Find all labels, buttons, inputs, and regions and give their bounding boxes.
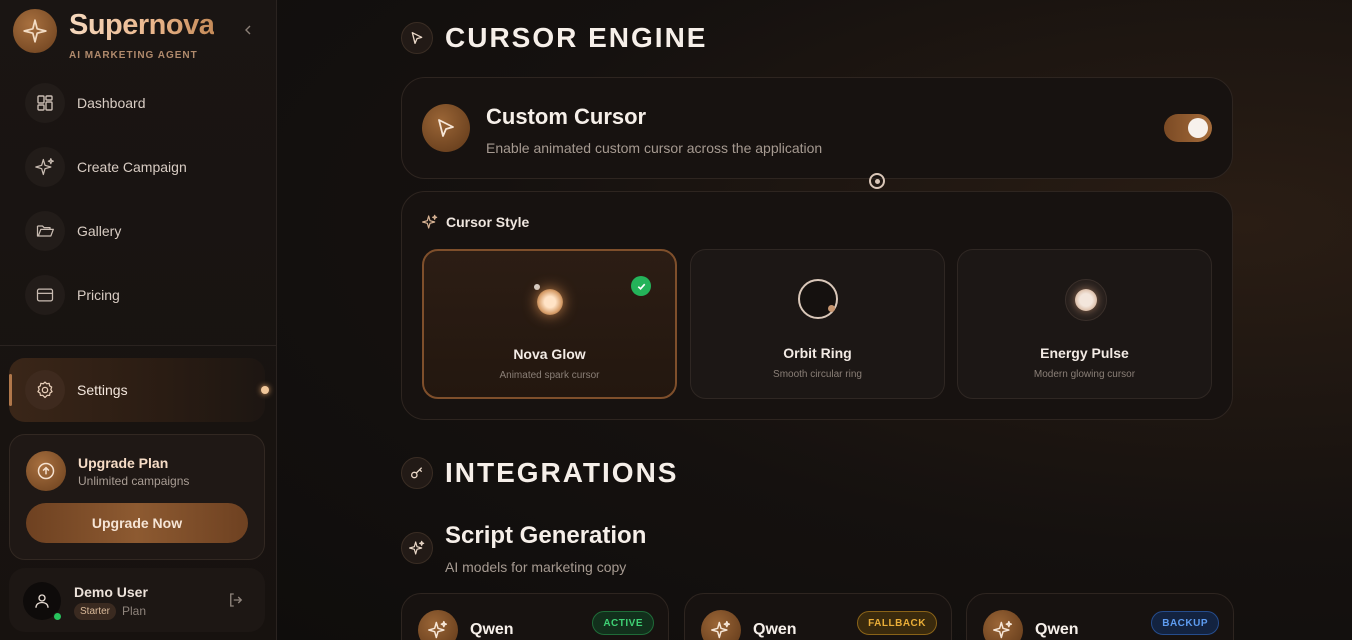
cursor-engine-header: CURSOR ENGINE <box>401 21 707 55</box>
chevron-left-icon <box>245 25 251 35</box>
cursor-style-header: Cursor Style <box>422 214 529 230</box>
user-name: Demo User <box>74 584 148 600</box>
upgrade-subtitle: Unlimited campaigns <box>78 474 190 488</box>
sparkle-icon <box>422 214 438 229</box>
nav-item-pricing[interactable]: Pricing <box>25 275 255 315</box>
integrations-header: INTEGRATIONS <box>401 456 678 490</box>
brand-tagline: AI MARKETING AGENT <box>69 50 198 61</box>
script-generation-title: Script Generation <box>445 522 647 549</box>
upgrade-title: Upgrade Plan <box>78 455 169 471</box>
custom-cursor-description: Enable animated custom cursor across the… <box>486 140 823 156</box>
cursor-option-name: Nova Glow <box>513 346 586 362</box>
nav-item-dashboard[interactable]: Dashboard <box>25 83 255 123</box>
custom-cursor-toggle[interactable] <box>1164 114 1212 142</box>
plan-badge: Starter <box>74 603 117 620</box>
mouse-cursor-indicator <box>869 173 885 189</box>
sparkle-icon <box>701 610 741 640</box>
brand: Supernova AI MARKETING AGENT <box>13 9 263 65</box>
section-title: INTEGRATIONS <box>445 457 679 488</box>
script-generation-description: AI models for marketing copy <box>445 559 627 575</box>
model-name: Qwen <box>470 621 514 638</box>
cursor-option-name: Orbit Ring <box>783 345 852 361</box>
spark-dot <box>534 284 540 290</box>
orbit-dot <box>828 305 835 312</box>
pulse-core <box>1075 289 1097 311</box>
upgrade-card: Upgrade Plan Unlimited campaigns Upgrade… <box>9 434 265 560</box>
model-card[interactable]: Qwen BACKUP <box>966 593 1234 640</box>
brand-name: Supernova <box>69 9 215 41</box>
model-card[interactable]: Qwen FALLBACK <box>684 593 952 640</box>
cursor-option-name: Energy Pulse <box>1040 345 1129 361</box>
brand-logo-icon <box>13 9 57 53</box>
cursor-option-orbit-ring[interactable]: Orbit Ring Smooth circular ring <box>690 249 945 399</box>
orbit-ring-preview-icon <box>798 279 838 319</box>
active-indicator-dot <box>261 386 269 394</box>
folder-open-icon <box>25 211 65 251</box>
sidebar: Supernova AI MARKETING AGENT Dashboard C… <box>0 0 277 640</box>
cursor-option-description: Smooth circular ring <box>773 369 862 380</box>
key-icon <box>401 457 433 489</box>
nav-item-settings[interactable]: Settings <box>9 358 265 422</box>
custom-cursor-card: Custom Cursor Enable animated custom cur… <box>401 77 1233 179</box>
online-status-dot <box>53 612 62 621</box>
cursor-option-nova-glow[interactable]: Nova Glow Animated spark cursor <box>422 249 677 399</box>
plan-label: Plan <box>122 604 147 618</box>
nav-label: Settings <box>77 382 128 398</box>
model-name: Qwen <box>753 621 797 638</box>
sidebar-divider <box>0 345 276 346</box>
cursor-style-label: Cursor Style <box>446 214 530 230</box>
nav-label: Gallery <box>77 223 122 239</box>
custom-cursor-title: Custom Cursor <box>486 104 647 129</box>
status-badge: ACTIVE <box>592 611 654 635</box>
sparkle-icon <box>401 532 433 564</box>
user-card: Demo User Starter Plan <box>9 568 265 632</box>
cursor-style-card: Cursor Style Nova Glow Animated spark cu… <box>401 191 1233 420</box>
nav-item-gallery[interactable]: Gallery <box>25 211 255 251</box>
collapse-sidebar-button[interactable] <box>238 20 258 40</box>
cursor-option-description: Animated spark cursor <box>499 370 600 381</box>
arrow-up-circle-icon <box>26 451 66 491</box>
nav-label: Pricing <box>77 287 120 303</box>
cursor-arrow-icon <box>422 104 470 152</box>
cursor-option-description: Modern glowing cursor <box>1033 369 1136 380</box>
status-badge: BACKUP <box>1151 611 1219 635</box>
upgrade-now-button[interactable]: Upgrade Now <box>26 503 248 543</box>
sparkle-icon <box>983 610 1023 640</box>
section-title: CURSOR ENGINE <box>445 22 708 53</box>
logout-icon <box>230 593 243 607</box>
user-icon <box>35 594 49 608</box>
main-content: CURSOR ENGINE Custom Cursor Enable anima… <box>277 0 1352 640</box>
toggle-knob <box>1188 118 1208 138</box>
model-card[interactable]: Qwen ACTIVE <box>401 593 669 640</box>
nav-label: Create Campaign <box>77 159 187 175</box>
cursor-arrow-icon <box>401 22 433 54</box>
nav-item-create-campaign[interactable]: Create Campaign <box>25 147 255 187</box>
check-icon <box>631 276 651 296</box>
gear-icon <box>25 370 65 410</box>
nova-glow-preview-icon <box>537 289 563 315</box>
model-name: Qwen <box>1035 621 1079 638</box>
nav-label: Dashboard <box>77 95 146 111</box>
status-badge: FALLBACK <box>857 611 937 635</box>
sparkle-icon <box>418 610 458 640</box>
cursor-option-energy-pulse[interactable]: Energy Pulse Modern glowing cursor <box>957 249 1212 399</box>
logout-button[interactable] <box>226 590 246 610</box>
sparkle-icon <box>25 147 65 187</box>
credit-card-icon <box>25 275 65 315</box>
dashboard-grid-icon <box>25 83 65 123</box>
